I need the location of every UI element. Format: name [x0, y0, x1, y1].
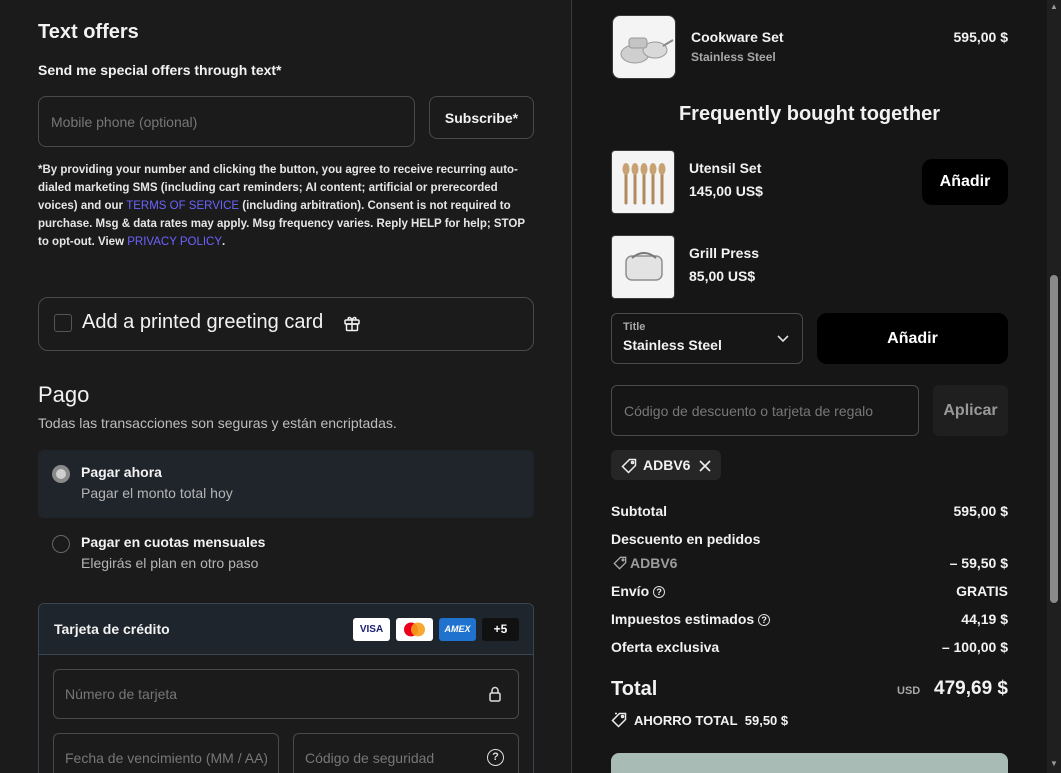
remove-discount-icon[interactable]: [699, 460, 711, 472]
gift-icon: [344, 316, 360, 332]
shipping-help-icon[interactable]: ?: [653, 586, 666, 599]
grill-press-thumbnail: [611, 235, 675, 299]
total-savings: AHORRO TOTAL 59,50 $: [611, 712, 788, 728]
shipping-label: Envío: [611, 583, 650, 599]
add-grill-press-button[interactable]: Añadir: [817, 313, 1008, 364]
greeting-card-checkbox[interactable]: [54, 314, 72, 332]
cart-item-name: Cookware Set: [691, 29, 784, 45]
scroll-up-arrow-icon[interactable]: ▲: [1050, 3, 1058, 11]
privacy-policy-link[interactable]: PRIVACY POLICY: [127, 236, 222, 248]
applied-discount-code: ADBV6: [643, 457, 691, 473]
installments-title: Pagar en cuotas mensuales: [81, 534, 266, 550]
variant-select-value: Stainless Steel: [623, 337, 722, 353]
pay-now-subtitle: Pagar el monto total hoy: [81, 485, 233, 501]
savings-label: AHORRO TOTAL: [634, 713, 738, 728]
tax-row: Impuestos estimados? 44,19 $: [611, 611, 1008, 627]
payment-subtitle: Todas las transacciones son seguras y es…: [38, 415, 397, 431]
visa-icon: VISA: [353, 618, 390, 641]
subtotal-row: Subtotal 595,00 $: [611, 503, 1008, 519]
subtotal-value: 595,00 $: [953, 503, 1009, 519]
payment-heading: Pago: [38, 382, 90, 407]
grill-press-name: Grill Press: [689, 245, 760, 261]
discount-code-label: ADBV6: [630, 555, 678, 571]
checkout-form-panel: Text offers Send me special offers throu…: [0, 0, 572, 773]
exclusive-offer-value: – 100,00 $: [941, 639, 1008, 655]
pay-now-option[interactable]: Pagar ahora Pagar el monto total hoy: [38, 450, 534, 518]
total-value: 479,69 $: [934, 678, 1008, 699]
utensil-set-price: 145,00 US$: [689, 183, 763, 199]
expiry-date-input[interactable]: [53, 733, 279, 773]
applied-discount-chip: ADBV6: [611, 450, 721, 480]
add-utensil-set-button[interactable]: Añadir: [922, 159, 1008, 205]
subscribe-button[interactable]: Subscribe*: [429, 96, 534, 139]
amex-icon: AMEX: [439, 618, 476, 641]
checkout-page: Text offers Send me special offers throu…: [0, 0, 1061, 773]
cart-item-variant: Stainless Steel: [691, 50, 776, 64]
security-code-help-icon[interactable]: ?: [487, 749, 504, 766]
grill-press-price: 85,00 US$: [689, 268, 756, 284]
mobile-phone-input[interactable]: [38, 96, 415, 147]
text-offers-subtitle: Send me special offers through text*: [38, 62, 282, 78]
tax-help-icon[interactable]: ?: [758, 614, 771, 627]
pay-now-title: Pagar ahora: [81, 464, 162, 480]
lock-icon: [489, 686, 501, 702]
discount-value: – 59,50 $: [949, 555, 1008, 571]
pay-now-button[interactable]: [611, 753, 1008, 773]
scrollbar[interactable]: ▲ ▼: [1047, 0, 1061, 773]
order-discount-row: Descuento en pedidos: [611, 531, 1008, 547]
installments-radio[interactable]: [52, 535, 70, 553]
subtotal-label: Subtotal: [611, 503, 667, 519]
installments-option[interactable]: Pagar en cuotas mensuales Elegirás el pl…: [38, 520, 534, 586]
savings-tag-icon: [611, 712, 627, 728]
credit-card-header[interactable]: Tarjeta de crédito VISA AMEX +5: [39, 604, 533, 655]
card-number-input[interactable]: [53, 669, 519, 719]
greeting-card-label: Add a printed greeting card: [82, 311, 324, 333]
credit-card-form: Tarjeta de crédito VISA AMEX +5 ?: [38, 603, 534, 773]
security-code-input[interactable]: [293, 733, 519, 773]
utensil-set-thumbnail: [611, 150, 675, 214]
discount-code-row: ADBV6 – 59,50 $: [611, 555, 1008, 571]
tax-label: Impuestos estimados: [611, 611, 755, 627]
exclusive-offer-label: Oferta exclusiva: [611, 639, 720, 655]
pay-now-radio[interactable]: [52, 465, 70, 483]
shipping-row: Envío? GRATIS: [611, 583, 1008, 599]
variant-select[interactable]: Title Stainless Steel: [611, 313, 803, 364]
shipping-value: GRATIS: [956, 583, 1008, 599]
discount-code-input[interactable]: [611, 385, 919, 436]
more-brands-badge: +5: [482, 618, 519, 641]
tax-value: 44,19 $: [961, 611, 1008, 627]
order-discount-label: Descuento en pedidos: [611, 531, 761, 547]
utensil-set-name: Utensil Set: [689, 160, 762, 176]
apply-discount-button[interactable]: Aplicar: [933, 385, 1008, 436]
text-offers-heading: Text offers: [38, 21, 139, 43]
total-label: Total: [611, 678, 658, 700]
terms-of-service-link[interactable]: TERMS OF SERVICE: [126, 200, 239, 212]
cookware-set-thumbnail: [612, 15, 676, 79]
frequently-bought-heading: Frequently bought together: [678, 103, 941, 125]
greeting-card-option[interactable]: Add a printed greeting card: [38, 297, 534, 351]
installments-subtitle: Elegirás el plan en otro paso: [81, 555, 259, 571]
mastercard-icon: [396, 618, 433, 641]
disclaimer-text-3: .: [222, 236, 226, 248]
savings-value: 59,50 $: [744, 713, 789, 728]
sms-disclaimer: *By providing your number and clicking t…: [38, 161, 530, 251]
tag-icon: [613, 556, 627, 570]
scrollbar-thumb[interactable]: [1050, 275, 1058, 603]
total-currency: USD: [897, 685, 921, 697]
variant-select-label: Title: [623, 321, 646, 333]
credit-card-title: Tarjeta de crédito: [54, 621, 170, 637]
chevron-down-icon: [777, 335, 789, 343]
exclusive-offer-row: Oferta exclusiva – 100,00 $: [611, 639, 1008, 655]
cart-item-price: 595,00 $: [953, 29, 1009, 45]
tag-icon: [621, 458, 637, 474]
scroll-down-arrow-icon[interactable]: ▼: [1050, 760, 1058, 768]
